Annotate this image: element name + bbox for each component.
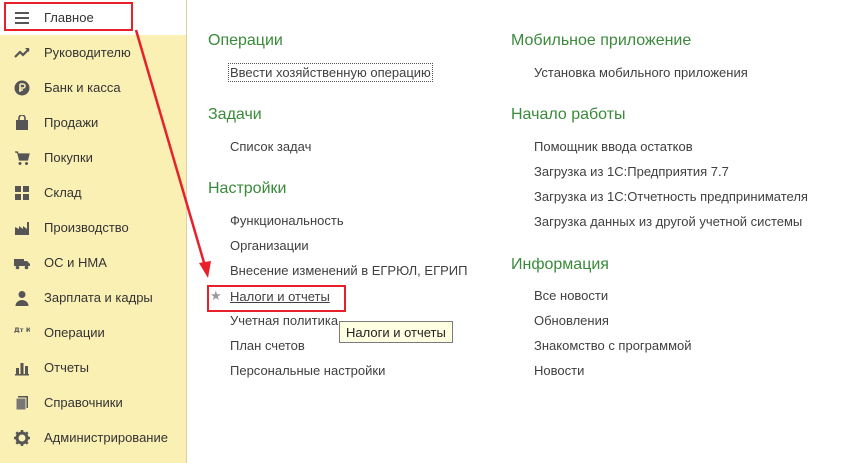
section-title-info: Информация: [511, 256, 609, 273]
tooltip: Налоги и отчеты: [339, 321, 453, 343]
tooltip-text: Налоги и отчеты: [346, 324, 446, 340]
sidebar-item-administration[interactable]: Администрирование: [0, 420, 186, 455]
svg-text:Дт Кт: Дт Кт: [14, 326, 30, 334]
link-enter-operation[interactable]: Ввести хозяйственную операцию: [228, 63, 433, 82]
section-title-settings: Настройки: [208, 180, 287, 197]
shopping-bag-icon: [13, 114, 31, 132]
main-content: Операции Ввести хозяйственную операцию З…: [188, 0, 865, 463]
gear-icon: [13, 429, 31, 447]
sidebar-item-manager[interactable]: Руководителю: [0, 35, 186, 70]
sidebar-item-directories[interactable]: Справочники: [0, 385, 186, 420]
trend-up-icon: [13, 44, 31, 62]
sidebar-item-label: Склад: [44, 185, 82, 200]
sidebar-item-label: Продажи: [44, 115, 99, 130]
sidebar-item-label: Справочники: [44, 395, 123, 410]
star-icon[interactable]: ★: [210, 288, 222, 304]
link-import-77[interactable]: Загрузка из 1С:Предприятия 7.7: [534, 164, 729, 179]
link-all-news[interactable]: Все новости: [534, 288, 608, 303]
sidebar-item-label: Главное: [44, 10, 94, 25]
sidebar-item-production[interactable]: Производство: [0, 210, 186, 245]
link-personal-settings[interactable]: Персональные настройки: [230, 363, 385, 378]
section-title-tasks: Задачи: [208, 106, 262, 123]
link-updates[interactable]: Обновления: [534, 313, 609, 328]
link-news[interactable]: Новости: [534, 363, 584, 378]
ruble-coin-icon: [13, 79, 31, 97]
shopping-cart-icon: [13, 149, 31, 167]
factory-icon: [13, 219, 31, 237]
sidebar-item-bank[interactable]: Банк и касса: [0, 70, 186, 105]
section-title-mobile: Мобильное приложение: [511, 32, 692, 49]
link-task-list[interactable]: Список задач: [230, 139, 311, 154]
link-chart-of-accounts[interactable]: План счетов: [230, 338, 305, 353]
link-import-other[interactable]: Загрузка данных из другой учетной систем…: [534, 214, 802, 229]
sidebar: Главное Руководителю Банк и касса Продаж…: [0, 0, 187, 463]
link-accounting-policy[interactable]: Учетная политика: [230, 313, 338, 328]
sidebar-item-label: Банк и касса: [44, 80, 121, 95]
sidebar-item-label: Администрирование: [44, 430, 168, 445]
link-install-mobile[interactable]: Установка мобильного приложения: [534, 65, 748, 80]
truck-icon: [13, 254, 31, 272]
debit-credit-icon: Дт Кт: [13, 324, 31, 342]
sidebar-item-warehouse[interactable]: Склад: [0, 175, 186, 210]
sidebar-item-label: Руководителю: [44, 45, 131, 60]
sidebar-item-sales[interactable]: Продажи: [0, 105, 186, 140]
section-title-start: Начало работы: [511, 106, 626, 123]
sidebar-item-label: Отчеты: [44, 360, 89, 375]
sidebar-item-operations[interactable]: Дт Кт Операции: [0, 315, 186, 350]
sidebar-item-main[interactable]: Главное: [0, 0, 186, 35]
sidebar-item-purchases[interactable]: Покупки: [0, 140, 186, 175]
section-title-operations: Операции: [208, 32, 283, 49]
link-import-entrepreneur[interactable]: Загрузка из 1С:Отчетность предпринимател…: [534, 189, 808, 204]
link-balance-assistant[interactable]: Помощник ввода остатков: [534, 139, 693, 154]
sidebar-item-label: Покупки: [44, 150, 93, 165]
sidebar-item-label: Производство: [44, 220, 129, 235]
warehouse-grid-icon: [13, 184, 31, 202]
sidebar-item-assets[interactable]: ОС и НМА: [0, 245, 186, 280]
link-functionality[interactable]: Функциональность: [230, 213, 344, 228]
sidebar-item-label: Операции: [44, 325, 105, 340]
sidebar-item-label: ОС и НМА: [44, 255, 107, 270]
link-egrul-changes[interactable]: Внесение изменений в ЕГРЮЛ, ЕГРИП: [230, 263, 467, 278]
person-icon: [13, 289, 31, 307]
link-taxes-reports[interactable]: Налоги и отчеты: [230, 289, 330, 304]
sidebar-item-reports[interactable]: Отчеты: [0, 350, 186, 385]
link-introduction[interactable]: Знакомство с программой: [534, 338, 692, 353]
link-organizations[interactable]: Организации: [230, 238, 309, 253]
books-icon: [13, 394, 31, 412]
bar-chart-icon: [13, 359, 31, 377]
menu-lines-icon: [13, 9, 31, 27]
sidebar-item-label: Зарплата и кадры: [44, 290, 153, 305]
sidebar-item-salary[interactable]: Зарплата и кадры: [0, 280, 186, 315]
